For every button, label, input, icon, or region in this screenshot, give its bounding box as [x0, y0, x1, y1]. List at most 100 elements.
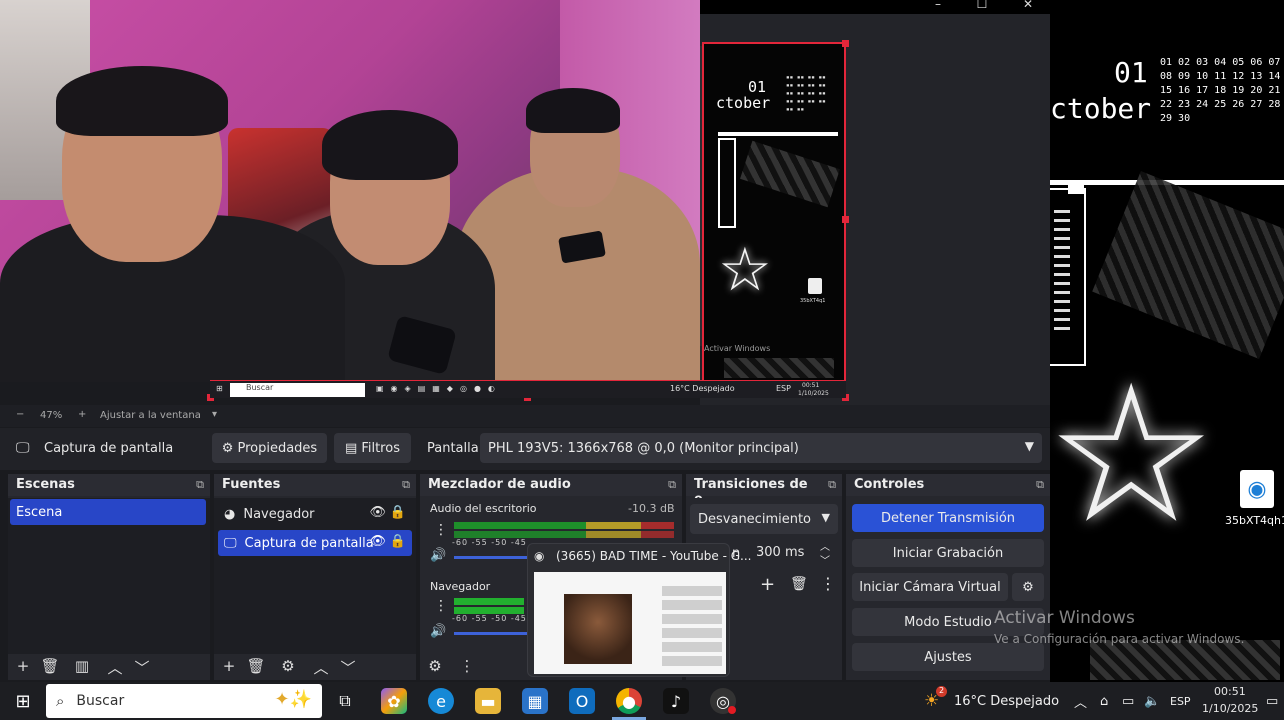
screen-select[interactable]: PHL 193V5: 1366x768 @ 0,0 (Monitor princ…	[480, 433, 1042, 463]
add-icon[interactable]: +	[218, 657, 240, 675]
weather-text[interactable]: 16°C Despejado	[954, 682, 1059, 720]
copilot-icon[interactable]: ✿	[381, 688, 407, 714]
eye-icon[interactable]: 👁	[369, 505, 386, 520]
preview-watermark: Activar Windows	[704, 344, 771, 353]
scene-item[interactable]: Escena	[10, 499, 206, 525]
menu-icon[interactable]: ⋮	[820, 574, 836, 593]
calendar-row: 01 02 03 04 05 06 07	[1160, 57, 1281, 68]
zoom-fit-button[interactable]: Ajustar a la ventana	[100, 410, 201, 421]
zoom-bar: − 47% + Ajustar a la ventana ▾	[0, 405, 1050, 427]
popup-title: (3665) BAD TIME - YouTube - G...	[556, 549, 752, 563]
properties-button[interactable]: ⚙ Propiedades	[212, 433, 327, 463]
language-indicator[interactable]: ESP	[1170, 682, 1191, 720]
decrement-icon[interactable]: ﹀	[820, 552, 830, 567]
close-icon[interactable]: ✕	[1018, 0, 1038, 11]
network-icon[interactable]: ⌂	[1100, 682, 1108, 720]
store-icon[interactable]: ▦	[522, 688, 548, 714]
move-down-icon[interactable]: ﹀	[131, 657, 153, 678]
current-source-name: Captura de pantalla	[44, 441, 174, 456]
settings-button[interactable]: Ajustes	[852, 643, 1044, 671]
start-recording-button[interactable]: Iniciar Grabación	[852, 539, 1044, 567]
outlook-icon[interactable]: O	[569, 688, 595, 714]
maximize-icon[interactable]: ☐	[972, 0, 992, 11]
move-down-icon[interactable]: ﹀	[337, 657, 359, 678]
lock-icon[interactable]: 🔒	[390, 534, 406, 549]
eye-icon[interactable]: 👁	[369, 534, 386, 549]
source-item[interactable]: ◕ Navegador 👁 🔒	[218, 501, 412, 527]
calendar-row: 22 23 24 25 26 27 28	[1160, 99, 1281, 110]
trash-icon[interactable]: 🗑	[39, 657, 61, 675]
person-2-hair	[322, 110, 458, 180]
meter-scale: -60 -55 -50 -45	[452, 538, 527, 547]
resize-handle[interactable]	[842, 216, 849, 223]
preview-taskbar-icons: ▣◉◈▤▦◆◎●◐	[376, 384, 502, 393]
popout-icon[interactable]: ⧉	[402, 478, 410, 492]
chrome-icon[interactable]: ◉	[1240, 470, 1274, 508]
move-up-icon[interactable]: ︿	[310, 657, 332, 678]
filter-icon[interactable]: ▥	[71, 657, 93, 675]
add-icon[interactable]: +	[760, 574, 775, 595]
preview-line	[718, 132, 838, 136]
sources-toolbar: + 🗑 ⚙ ︿ ﹀	[214, 654, 416, 680]
desktop-icon-label[interactable]: 35bXT4qh1	[1225, 514, 1284, 527]
source-label: Navegador	[243, 506, 315, 522]
stop-streaming-button[interactable]: Detener Transmisión	[852, 504, 1044, 532]
move-up-icon[interactable]: ︿	[104, 657, 126, 678]
menu-icon[interactable]: ⋮	[434, 522, 448, 538]
duration-field[interactable]: 300 ms	[746, 538, 816, 568]
preview-canvas[interactable]: 01 ctober ▪▪ ▪▪ ▪▪ ▪▪ ▪▪ ▪▪ ▪▪ ▪▪ ▪▪ ▪▪ ▪▪…	[702, 42, 846, 398]
tiktok-icon[interactable]: ♪	[663, 688, 689, 714]
calendar-row: 08 09 10 11 12 13 14	[1160, 71, 1281, 82]
taskbar-thumbnail-popup[interactable]: ◉ (3665) BAD TIME - YouTube - G...	[527, 543, 751, 677]
scenes-title: Escenas	[8, 474, 210, 496]
clock-date[interactable]: 1/10/2025	[1202, 702, 1258, 715]
menu-icon[interactable]: ⋮	[434, 598, 448, 614]
popout-icon[interactable]: ⧉	[668, 478, 676, 492]
channel-name: Audio del escritorio	[430, 502, 537, 515]
channel-name: Navegador	[430, 580, 491, 593]
zoom-dropdown-icon[interactable]: ▾	[212, 409, 217, 420]
task-view-icon[interactable]: ⧉	[332, 688, 358, 714]
trash-icon[interactable]: 🗑	[245, 657, 267, 675]
popout-icon[interactable]: ⧉	[828, 478, 836, 492]
lock-icon[interactable]: 🔒	[390, 505, 406, 520]
trash-icon[interactable]: 🗑	[790, 576, 808, 592]
gear-icon[interactable]: ⚙	[424, 657, 446, 675]
menu-icon[interactable]: ⋮	[456, 657, 478, 675]
edge-icon[interactable]: e	[428, 688, 454, 714]
taskbar-search[interactable]: ⌕ Buscar ✦✨	[46, 684, 322, 718]
preview-window-edge	[718, 138, 736, 228]
preview-icon-label: 35bXT4q1	[800, 298, 826, 304]
source-context-bar: 🖵 Captura de pantalla ⚙ Propiedades ▤ Filt…	[0, 428, 1050, 470]
recommendations-list	[662, 586, 722, 668]
notification-icon[interactable]: ▭	[1266, 682, 1278, 720]
speaker-icon[interactable]: 🔊	[430, 624, 446, 639]
resize-handle[interactable]	[842, 40, 849, 47]
file-explorer-icon[interactable]: ▬	[475, 688, 501, 714]
desktop-star-icon: ☆	[1050, 344, 1217, 565]
popout-icon[interactable]: ⧉	[1036, 478, 1044, 492]
start-virtualcam-button[interactable]: Iniciar Cámara Virtual	[852, 573, 1008, 601]
volume-icon[interactable]: 🔈	[1144, 682, 1160, 720]
chrome-icon[interactable]: ●	[616, 688, 642, 714]
virtualcam-settings-button[interactable]: ⚙	[1012, 573, 1044, 601]
zoom-in-button[interactable]: +	[78, 409, 86, 420]
speaker-icon[interactable]: 🔊	[430, 548, 446, 563]
activation-watermark-subtitle: Ve a Configuración para activar Windows.	[994, 632, 1245, 646]
chevron-up-icon[interactable]: ︿	[1074, 682, 1087, 720]
gear-icon[interactable]: ⚙	[277, 657, 299, 675]
clock-time[interactable]: 00:51	[1214, 685, 1246, 698]
screen-select-value: PHL 193V5: 1366x768 @ 0,0 (Monitor princ…	[488, 440, 799, 456]
preview-date-month: ctober	[716, 94, 771, 112]
popout-icon[interactable]: ⧉	[196, 478, 204, 492]
transition-select[interactable]: Desvanecimiento ▼	[690, 504, 838, 534]
windows-start-icon[interactable]: ⊞	[10, 688, 36, 714]
zoom-out-button[interactable]: −	[16, 409, 24, 420]
source-item[interactable]: 🖵 Captura de pantalla 👁 🔒	[218, 530, 412, 556]
minimize-icon[interactable]: –	[928, 0, 948, 11]
add-icon[interactable]: +	[12, 657, 34, 675]
increment-icon[interactable]: ︿	[820, 538, 830, 553]
gear-icon: ⚙	[221, 440, 234, 456]
wifi-icon[interactable]: ▭	[1122, 682, 1134, 720]
filters-button[interactable]: ▤ Filtros	[334, 433, 411, 463]
